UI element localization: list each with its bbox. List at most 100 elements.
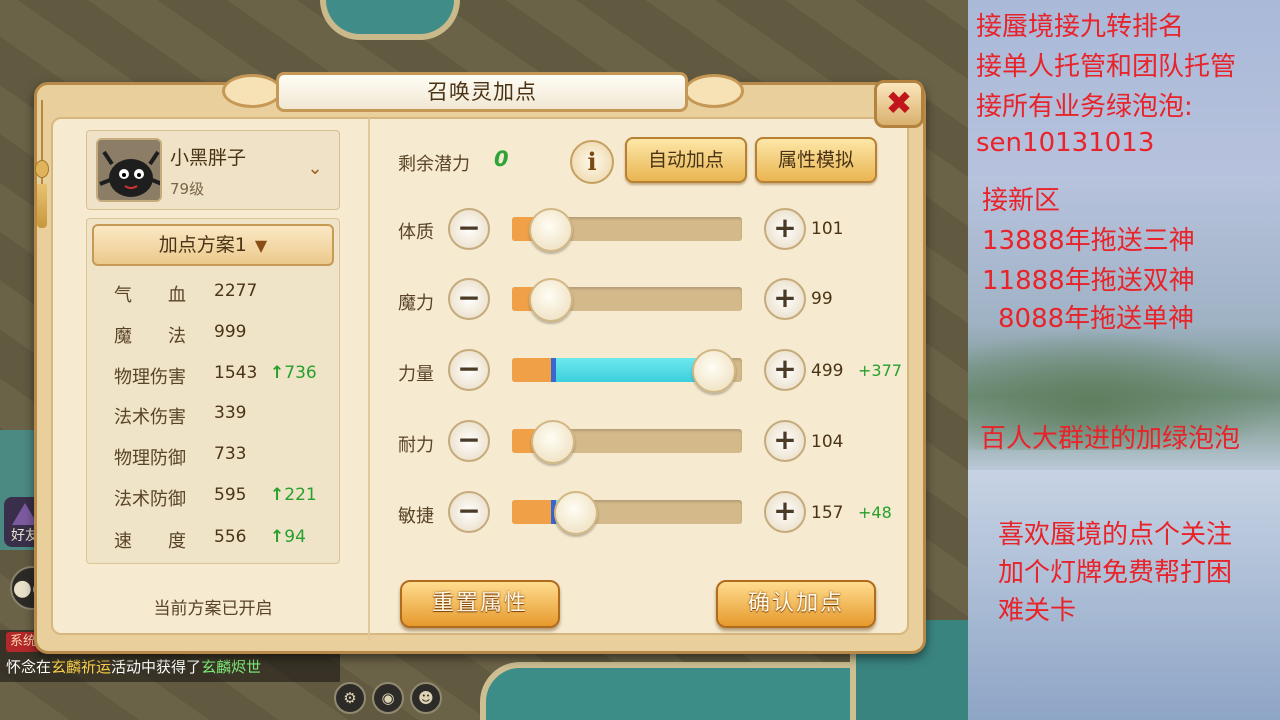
minus-icon: − bbox=[457, 494, 481, 527]
overlay-line: sen10131013 bbox=[976, 128, 1155, 158]
increase-constitution-button[interactable]: + bbox=[764, 208, 806, 250]
increase-strength-button[interactable]: + bbox=[764, 349, 806, 391]
decrease-magic-button[interactable]: − bbox=[448, 278, 490, 320]
scene-pool-top bbox=[320, 0, 460, 40]
decrease-endurance-button[interactable]: − bbox=[448, 420, 490, 462]
gear-icon: ⚙ bbox=[343, 689, 357, 707]
slider-agility[interactable] bbox=[512, 491, 742, 535]
stat-value: 733 bbox=[214, 444, 247, 464]
attr-value-constitution: 101 bbox=[811, 219, 844, 239]
plan-status: 当前方案已开启 bbox=[153, 599, 273, 619]
decrease-constitution-button[interactable]: − bbox=[448, 208, 490, 250]
increase-endurance-button[interactable]: + bbox=[764, 420, 806, 462]
overlay-line: 喜欢蜃境的点个关注 bbox=[998, 520, 1233, 550]
stat-value: 999 bbox=[214, 322, 247, 342]
chat-message[interactable]: 怀念在玄麟祈运活动中获得了玄麟烬世 bbox=[6, 656, 261, 677]
slider-added-fill bbox=[551, 358, 715, 382]
attr-bonus-agility: +48 bbox=[858, 503, 892, 522]
slider-base-fill bbox=[512, 500, 552, 524]
slider-handle[interactable] bbox=[529, 278, 574, 322]
slider-endurance[interactable] bbox=[512, 420, 742, 464]
voice-button[interactable]: ☻ bbox=[410, 682, 442, 714]
stream-overlay: 接蜃境接九转排名 接单人托管和团队托管 接所有业务绿泡泡: sen1013101… bbox=[968, 0, 1280, 720]
chat-text-1: 在 bbox=[36, 658, 52, 676]
close-button[interactable]: ✖ bbox=[874, 80, 924, 128]
minus-icon: − bbox=[457, 281, 481, 314]
overlay-line: 接蜃境接九转排名 bbox=[976, 12, 1185, 42]
stats-panel bbox=[86, 218, 340, 564]
plus-icon: + bbox=[773, 423, 797, 456]
settings-button[interactable]: ⚙ bbox=[334, 682, 366, 714]
stat-row-mp: 魔 法 999 bbox=[114, 322, 334, 347]
dialog-title: 召唤灵加点 bbox=[276, 72, 688, 112]
stat-bonus: ↑736 bbox=[270, 363, 317, 383]
attr-value-endurance: 104 bbox=[811, 432, 844, 452]
attr-label-strength: 力量 bbox=[398, 364, 434, 385]
screenshot-button[interactable]: ◉ bbox=[372, 682, 404, 714]
stat-row-phys-atk: 物理伤害 1543 ↑736 bbox=[114, 363, 334, 388]
info-icon: i bbox=[587, 147, 597, 176]
reset-attributes-button[interactable]: 重置属性 bbox=[400, 580, 560, 628]
stat-label: 气 血 bbox=[114, 285, 186, 306]
overlay-line: 难关卡 bbox=[998, 596, 1077, 626]
decrease-agility-button[interactable]: − bbox=[448, 491, 490, 533]
attr-label-agility: 敏捷 bbox=[398, 506, 434, 527]
pet-avatar bbox=[96, 138, 162, 202]
arrow-up-icon: ↑ bbox=[270, 485, 285, 505]
pet-name: 小黑胖子 bbox=[170, 147, 247, 169]
stat-row-hp: 气 血 2277 bbox=[114, 281, 334, 306]
slider-base-fill bbox=[512, 358, 552, 382]
tassel-ornament bbox=[34, 100, 50, 230]
plus-icon: + bbox=[773, 211, 797, 244]
overlay-line: 接所有业务绿泡泡: bbox=[976, 92, 1193, 122]
overlay-line: 11888年拖送双神 bbox=[982, 266, 1195, 296]
attr-bonus-strength: +377 bbox=[858, 361, 902, 380]
plus-icon: + bbox=[773, 352, 797, 385]
attr-value-agility: 157 bbox=[811, 503, 844, 523]
info-button[interactable]: i bbox=[570, 140, 614, 184]
stat-value: 339 bbox=[214, 403, 247, 423]
overlay-line: 8088年拖送单神 bbox=[998, 304, 1195, 334]
stat-label: 法术防御 bbox=[114, 489, 186, 510]
attr-value-magic: 99 bbox=[811, 289, 833, 309]
overlay-line: 接新区 bbox=[982, 186, 1061, 216]
arrow-up-icon: ↑ bbox=[270, 527, 285, 547]
stat-bonus: ↑94 bbox=[270, 527, 306, 547]
slider-strength[interactable] bbox=[512, 349, 742, 393]
attr-label-magic: 魔力 bbox=[398, 293, 434, 314]
camera-icon: ◉ bbox=[381, 689, 395, 707]
title-ornament-right bbox=[684, 74, 744, 108]
chat-item[interactable]: 玄麟烬世 bbox=[201, 658, 261, 676]
minus-icon: − bbox=[457, 352, 481, 385]
slider-constitution[interactable] bbox=[512, 208, 742, 252]
confirm-points-button[interactable]: 确认加点 bbox=[716, 580, 876, 628]
stat-row-speed: 速 度 556 ↑94 bbox=[114, 527, 334, 552]
user-icon: ☻ bbox=[418, 689, 434, 707]
chevron-down-icon[interactable]: ⌄ bbox=[304, 158, 326, 180]
stat-label: 速 度 bbox=[114, 531, 186, 552]
overlay-line: 加个灯牌免费帮打困 bbox=[998, 558, 1233, 588]
auto-allocate-button[interactable]: 自动加点 bbox=[625, 137, 747, 183]
increase-agility-button[interactable]: + bbox=[764, 491, 806, 533]
decrease-strength-button[interactable]: − bbox=[448, 349, 490, 391]
increase-magic-button[interactable]: + bbox=[764, 278, 806, 320]
stat-value: 595 bbox=[214, 485, 247, 505]
stat-label: 魔 法 bbox=[114, 326, 186, 347]
stat-label: 物理防御 bbox=[114, 448, 186, 469]
chat-event[interactable]: 玄麟祈运 bbox=[51, 658, 111, 676]
chat-player[interactable]: 怀念 bbox=[6, 658, 36, 676]
plan-dropdown[interactable]: 加点方案1 ▼ bbox=[92, 224, 334, 266]
stat-row-mag-atk: 法术伤害 339 bbox=[114, 403, 334, 428]
chat-text-2: 活动中获得了 bbox=[111, 658, 202, 676]
attribute-simulate-button[interactable]: 属性模拟 bbox=[755, 137, 877, 183]
attr-value-strength: 499 bbox=[811, 361, 844, 381]
stat-value: 556 bbox=[214, 527, 247, 547]
plus-icon: + bbox=[773, 281, 797, 314]
overlay-line: 接单人托管和团队托管 bbox=[976, 52, 1237, 82]
slider-magic[interactable] bbox=[512, 278, 742, 322]
column-divider bbox=[368, 118, 370, 640]
minus-icon: − bbox=[457, 211, 481, 244]
stat-value: 2277 bbox=[214, 281, 258, 301]
slider-handle[interactable] bbox=[529, 208, 574, 252]
attr-label-endurance: 耐力 bbox=[398, 435, 434, 456]
